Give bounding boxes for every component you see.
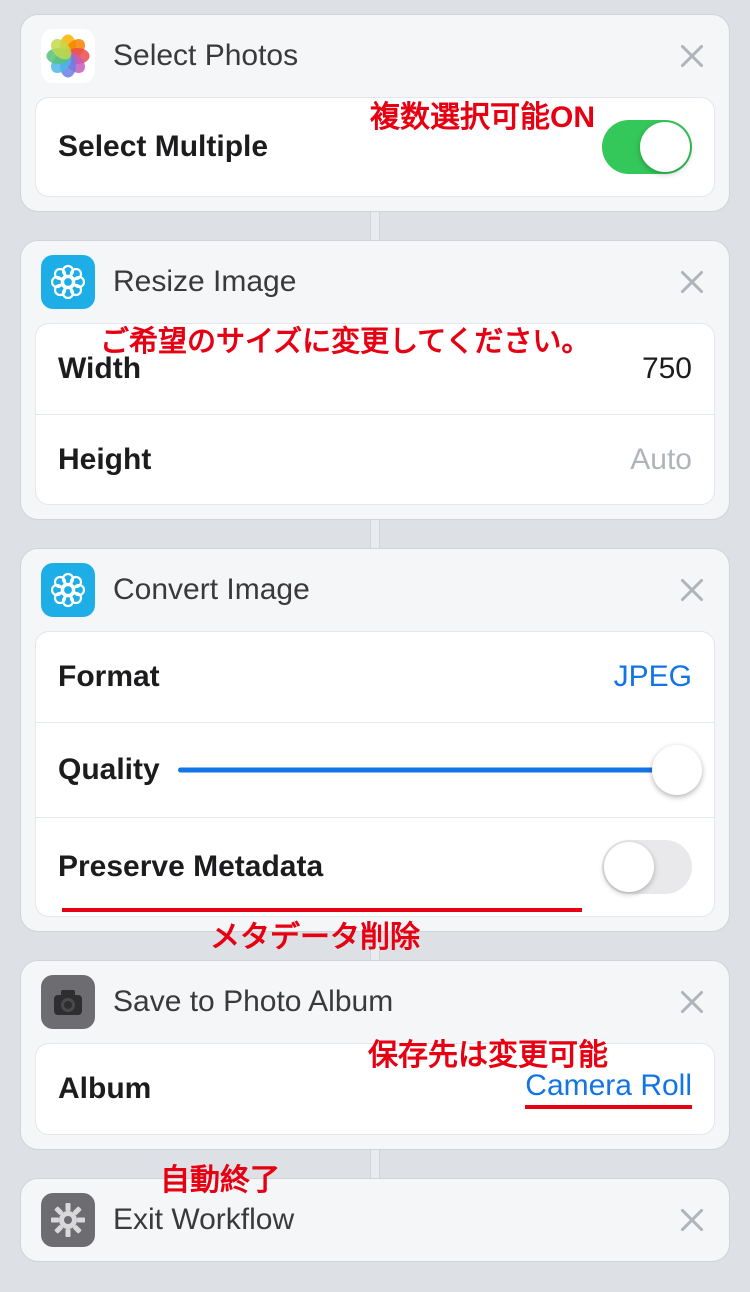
card-title: Convert Image xyxy=(113,573,657,607)
card-body: Album Camera Roll xyxy=(35,1043,715,1135)
card-title: Resize Image xyxy=(113,265,657,299)
camera-icon xyxy=(41,975,95,1029)
card-resize-image: Resize Image Width 750 Height Auto xyxy=(20,240,730,520)
select-multiple-label: Select Multiple xyxy=(58,130,268,164)
card-title: Exit Workflow xyxy=(113,1203,657,1237)
width-value: 750 xyxy=(642,352,692,386)
preserve-metadata-label: Preserve Metadata xyxy=(58,850,323,884)
close-icon[interactable] xyxy=(675,985,709,1019)
select-multiple-toggle[interactable] xyxy=(602,120,692,174)
card-select-photos: Select Photos Select Multiple xyxy=(20,14,730,212)
row-format[interactable]: Format JPEG xyxy=(36,632,714,722)
row-height[interactable]: Height Auto xyxy=(36,414,714,504)
row-select-multiple: Select Multiple xyxy=(36,98,714,196)
row-quality: Quality xyxy=(36,722,714,817)
card-save-to-photo-album: Save to Photo Album Album Camera Roll xyxy=(20,960,730,1150)
connector xyxy=(370,932,380,960)
card-convert-image: Convert Image Format JPEG Quality Preser… xyxy=(20,548,730,932)
format-value: JPEG xyxy=(614,660,692,694)
card-header: Resize Image xyxy=(21,241,729,323)
quality-slider[interactable] xyxy=(178,745,692,795)
card-exit-workflow: Exit Workflow xyxy=(20,1178,730,1262)
card-header: Select Photos xyxy=(21,15,729,97)
row-album[interactable]: Album Camera Roll xyxy=(36,1044,714,1134)
height-value: Auto xyxy=(630,443,692,477)
close-icon[interactable] xyxy=(675,39,709,73)
format-label: Format xyxy=(58,660,160,694)
image-action-icon xyxy=(41,563,95,617)
connector xyxy=(370,212,380,240)
card-body: Width 750 Height Auto xyxy=(35,323,715,505)
connector xyxy=(370,520,380,548)
height-label: Height xyxy=(58,443,151,477)
close-icon[interactable] xyxy=(675,265,709,299)
close-icon[interactable] xyxy=(675,573,709,607)
card-header: Save to Photo Album xyxy=(21,961,729,1043)
card-header: Convert Image xyxy=(21,549,729,631)
width-label: Width xyxy=(58,352,141,386)
album-label: Album xyxy=(58,1072,151,1106)
photos-icon xyxy=(41,29,95,83)
card-body: Format JPEG Quality Preserve Metadata xyxy=(35,631,715,917)
row-width[interactable]: Width 750 xyxy=(36,324,714,414)
row-preserve-metadata: Preserve Metadata xyxy=(36,817,714,916)
close-icon[interactable] xyxy=(675,1203,709,1237)
quality-label: Quality xyxy=(58,753,160,787)
preserve-metadata-toggle[interactable] xyxy=(602,840,692,894)
connector xyxy=(370,1150,380,1178)
card-title: Select Photos xyxy=(113,39,657,73)
gear-icon xyxy=(41,1193,95,1247)
card-title: Save to Photo Album xyxy=(113,985,657,1019)
card-header: Exit Workflow xyxy=(21,1179,729,1261)
album-value: Camera Roll xyxy=(525,1069,692,1109)
card-body: Select Multiple xyxy=(35,97,715,197)
image-action-icon xyxy=(41,255,95,309)
